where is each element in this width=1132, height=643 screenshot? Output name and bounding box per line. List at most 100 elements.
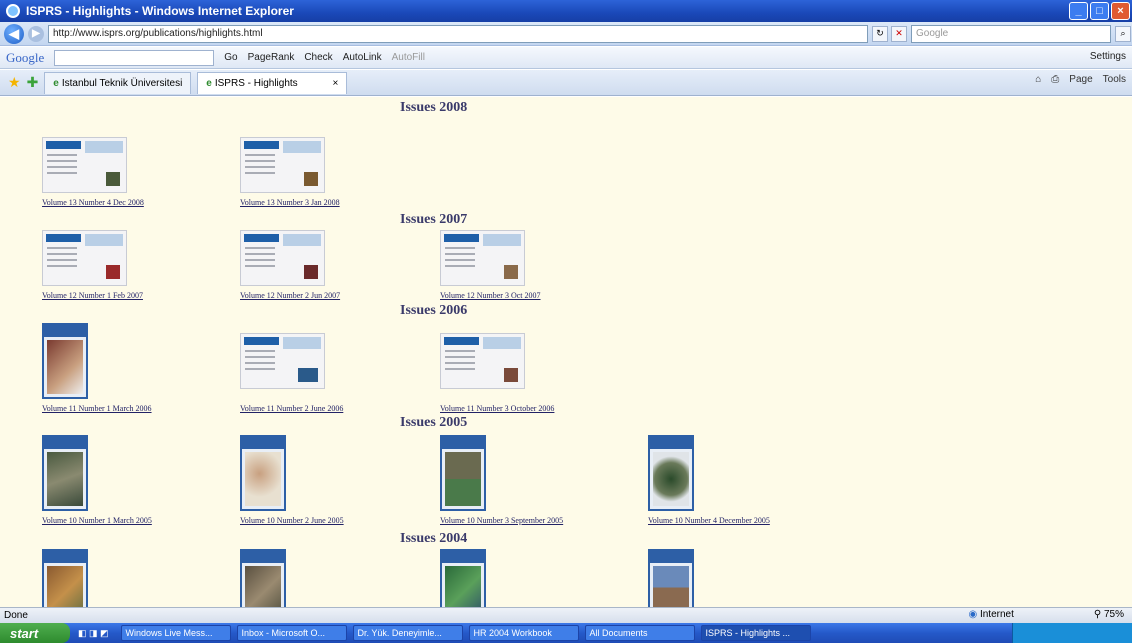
issue-thumbnail[interactable] xyxy=(440,435,620,513)
issue-item[interactable]: Volume 11 Number 2 June 2006 xyxy=(240,333,420,413)
start-button[interactable]: start xyxy=(0,623,70,643)
issue-link[interactable]: Volume 12 Number 3 Oct 2007 xyxy=(440,291,620,300)
url-field[interactable]: http://www.isprs.org/publications/highli… xyxy=(48,24,868,43)
year-heading-2008: Issues 2008 xyxy=(400,100,468,115)
favorites-star-icon[interactable]: ★ xyxy=(8,74,21,91)
issue-link[interactable]: Volume 13 Number 3 Jan 2008 xyxy=(240,198,420,207)
issue-thumbnail[interactable] xyxy=(440,333,620,401)
issue-link[interactable]: Volume 11 Number 2 June 2006 xyxy=(240,404,420,413)
issue-link[interactable]: Volume 11 Number 3 October 2006 xyxy=(440,404,620,413)
issue-link[interactable]: Volume 12 Number 1 Feb 2007 xyxy=(42,291,222,300)
page-menu[interactable]: Page xyxy=(1069,74,1092,85)
settings-button[interactable]: Settings xyxy=(1090,51,1126,62)
issue-item[interactable]: Volume 12 Number 2 Jun 2007 xyxy=(240,230,420,300)
pagerank-indicator[interactable]: PageRank xyxy=(248,52,295,63)
issue-link[interactable]: Volume 13 Number 4 Dec 2008 xyxy=(42,198,222,207)
issue-thumbnail[interactable] xyxy=(42,230,222,288)
taskbar-button[interactable]: Windows Live Mess... xyxy=(120,625,231,641)
add-favorites-icon[interactable]: ✚ xyxy=(27,74,39,91)
issue-item[interactable]: Volume 11 Number 1 March 2006 xyxy=(42,323,222,413)
issue-thumbnail[interactable] xyxy=(42,549,222,607)
window-title: ISPRS - Highlights - Windows Internet Ex… xyxy=(26,4,294,18)
year-heading-2005: Issues 2005 xyxy=(400,415,468,430)
year-heading-2006: Issues 2006 xyxy=(400,303,468,318)
issue-item[interactable]: Volume 13 Number 3 Jan 2008 xyxy=(240,137,420,207)
issue-thumbnail[interactable] xyxy=(440,230,620,288)
tools-menu[interactable]: Tools xyxy=(1103,74,1126,85)
search-icon[interactable]: ⌕ xyxy=(1115,25,1131,42)
issue-item[interactable] xyxy=(42,549,222,607)
zone-indicator: ◉ Internet xyxy=(968,609,1013,620)
issue-thumbnail[interactable] xyxy=(240,230,420,288)
issue-item[interactable] xyxy=(440,549,620,607)
system-tray xyxy=(1012,623,1132,643)
taskbar-button[interactable]: HR 2004 Workbook xyxy=(468,625,579,641)
stop-button[interactable]: ✕ xyxy=(891,25,907,42)
issue-thumbnail[interactable] xyxy=(42,137,222,195)
issue-item[interactable]: Volume 10 Number 3 September 2005 xyxy=(440,435,620,525)
back-button[interactable]: ◀ xyxy=(4,23,24,44)
status-bar: Done ◉ Internet ⚲ 75% xyxy=(0,607,1132,623)
taskbar-button[interactable]: Dr. Yük. Deneyimle... xyxy=(352,625,463,641)
zoom-control[interactable]: ⚲ 75% xyxy=(1094,609,1124,620)
issue-thumbnail[interactable] xyxy=(42,323,222,401)
issue-link[interactable]: Volume 10 Number 3 September 2005 xyxy=(440,516,620,525)
issue-link[interactable]: Volume 10 Number 4 December 2005 xyxy=(648,516,828,525)
check-button[interactable]: Check xyxy=(304,52,332,63)
issue-thumbnail[interactable] xyxy=(42,435,222,513)
quick-launch-icons[interactable]: ◧ ◨ ◩ xyxy=(78,628,109,639)
autolink-button[interactable]: AutoLink xyxy=(343,52,382,63)
page-content: Issues 2008 Volume 13 Number 4 Dec 2008 … xyxy=(0,97,1132,607)
command-bar: ⌂ ⎙ Page Tools xyxy=(1035,74,1126,85)
close-tab-icon[interactable]: × xyxy=(332,78,338,89)
issue-thumbnail[interactable] xyxy=(648,435,828,513)
autofill-button[interactable]: AutoFill xyxy=(392,52,425,63)
home-icon[interactable]: ⌂ xyxy=(1035,74,1041,85)
issue-item[interactable]: Volume 12 Number 3 Oct 2007 xyxy=(440,230,620,300)
issue-thumbnail[interactable] xyxy=(240,435,420,513)
issue-item[interactable]: Volume 10 Number 1 March 2005 xyxy=(42,435,222,525)
issue-item[interactable] xyxy=(648,549,828,607)
address-actions: ↻ ✕ xyxy=(872,25,907,42)
issue-thumbnail[interactable] xyxy=(440,549,620,607)
issue-thumbnail[interactable] xyxy=(240,333,420,401)
page-icon: e xyxy=(206,77,212,89)
tab-itu[interactable]: e Istanbul Teknik Üniversitesi xyxy=(44,71,192,94)
browser-window: ISPRS - Highlights - Windows Internet Ex… xyxy=(0,0,1132,643)
issue-link[interactable]: Volume 12 Number 2 Jun 2007 xyxy=(240,291,420,300)
issue-item[interactable]: Volume 12 Number 1 Feb 2007 xyxy=(42,230,222,300)
refresh-button[interactable]: ↻ xyxy=(872,25,888,42)
minimize-button[interactable]: _ xyxy=(1069,2,1088,20)
maximize-button[interactable]: □ xyxy=(1090,2,1109,20)
tab-label: Istanbul Teknik Üniversitesi xyxy=(61,77,183,89)
forward-button[interactable]: ▶ xyxy=(28,25,44,42)
go-button[interactable]: Go xyxy=(224,52,237,63)
page-icon: e xyxy=(53,77,59,89)
issue-item[interactable]: Volume 13 Number 4 Dec 2008 xyxy=(42,137,222,207)
issue-link[interactable]: Volume 11 Number 1 March 2006 xyxy=(42,404,222,413)
print-icon[interactable]: ⎙ xyxy=(1051,74,1059,85)
issue-item[interactable]: Volume 10 Number 4 December 2005 xyxy=(648,435,828,525)
status-right: ◉ Internet ⚲ 75% xyxy=(968,609,1124,620)
issue-item[interactable]: Volume 10 Number 2 June 2005 xyxy=(240,435,420,525)
close-button[interactable]: × xyxy=(1111,2,1130,20)
issue-item[interactable]: Volume 11 Number 3 October 2006 xyxy=(440,333,620,413)
zone-label: Internet xyxy=(979,609,1014,620)
globe-icon: ◉ xyxy=(968,609,978,620)
taskbar-button[interactable]: ISPRS - Highlights ... xyxy=(700,625,811,641)
issue-thumbnail[interactable] xyxy=(240,549,420,607)
taskbar-button[interactable]: Inbox - Microsoft O... xyxy=(236,625,347,641)
issue-thumbnail[interactable] xyxy=(240,137,420,195)
zoom-level: 75% xyxy=(1103,609,1124,620)
google-search-input[interactable] xyxy=(54,49,215,66)
tab-isprs-highlights[interactable]: e ISPRS - Highlights × xyxy=(197,71,348,94)
taskbar-button[interactable]: All Documents xyxy=(584,625,695,641)
issue-thumbnail[interactable] xyxy=(648,549,828,607)
issue-link[interactable]: Volume 10 Number 2 June 2005 xyxy=(240,516,420,525)
ie-icon xyxy=(6,4,20,18)
issue-link[interactable]: Volume 10 Number 1 March 2005 xyxy=(42,516,222,525)
search-input[interactable]: Google xyxy=(911,24,1111,43)
issue-item[interactable] xyxy=(240,549,420,607)
url-text: http://www.isprs.org/publications/highli… xyxy=(53,28,263,39)
tab-label: ISPRS - Highlights xyxy=(214,77,298,89)
